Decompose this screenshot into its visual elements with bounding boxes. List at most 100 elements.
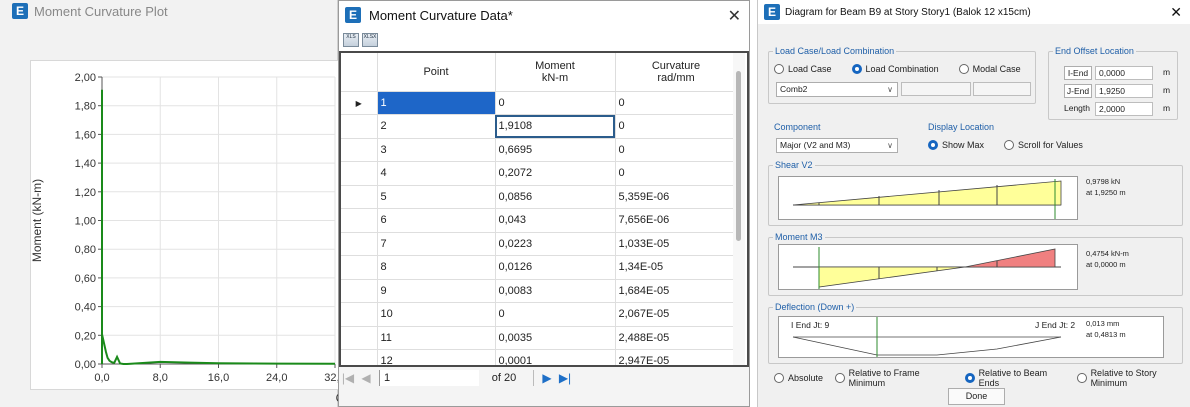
- moment-cell[interactable]: 0,2072: [494, 161, 616, 186]
- close-icon[interactable]: ✕: [1170, 4, 1182, 21]
- point-cell[interactable]: 9: [376, 278, 496, 303]
- table-row[interactable]: 6 0,043 7,656E-06: [341, 208, 738, 233]
- next-page-button[interactable]: ▶: [538, 371, 556, 385]
- point-cell[interactable]: 7: [376, 231, 496, 256]
- curvature-cell[interactable]: 1,34E-05: [614, 255, 738, 280]
- column-header-point[interactable]: Point: [377, 53, 496, 92]
- radio-relative-story-minimum[interactable]: Relative to Story Minimum: [1076, 368, 1190, 388]
- radio-scroll-for-values[interactable]: Scroll for Values: [1004, 140, 1083, 150]
- row-selector[interactable]: [341, 137, 378, 162]
- moment-cell[interactable]: 1,9108: [494, 114, 616, 139]
- j-end-unit: m: [1163, 85, 1171, 95]
- moment-cell[interactable]: 0,0223: [494, 231, 616, 256]
- column-header-moment[interactable]: Moment kN-m: [495, 53, 616, 92]
- point-cell[interactable]: 10: [376, 302, 496, 327]
- table-row[interactable]: 8 0,0126 1,34E-05: [341, 255, 738, 280]
- table-row[interactable]: 11 0,0035 2,488E-05: [341, 325, 738, 350]
- point-cell[interactable]: 3: [376, 137, 496, 162]
- moment-cell[interactable]: 0: [494, 302, 616, 327]
- radio-load-combination[interactable]: Load Combination: [851, 64, 939, 74]
- point-cell[interactable]: 1: [376, 90, 496, 115]
- row-selector[interactable]: [341, 231, 378, 256]
- done-button[interactable]: Done: [948, 388, 1005, 405]
- previous-page-button[interactable]: ◀: [357, 371, 375, 385]
- row-selector[interactable]: [341, 114, 378, 139]
- row-selector[interactable]: [341, 325, 378, 350]
- moment-m3-legend: Moment M3: [775, 232, 823, 242]
- table-row[interactable]: 5 0,0856 5,359E-06: [341, 184, 738, 209]
- radio-relative-beam-ends[interactable]: Relative to Beam Ends: [964, 368, 1065, 388]
- table-row[interactable]: 3 0,6695 0: [341, 137, 738, 162]
- close-icon[interactable]: ✕: [728, 6, 741, 26]
- page-number-input[interactable]: 1: [379, 370, 479, 386]
- j-end-button[interactable]: J-End: [1064, 84, 1092, 98]
- i-end-button[interactable]: I-End: [1064, 66, 1092, 80]
- curvature-cell[interactable]: 2,488E-05: [614, 325, 738, 350]
- table-row[interactable]: 12 0,0001 2,947E-05: [341, 349, 738, 365]
- moment-curvature-chart: 0,00 0,20 0,40 0,60 0,80 1,00 1,20 1,40 1,60 1,80…: [30, 72, 440, 405]
- table-row[interactable]: 10 0 2,067E-05: [341, 302, 738, 327]
- table-row[interactable]: ▶ 1 0 0: [341, 90, 738, 115]
- length-value[interactable]: 2,0000: [1095, 102, 1153, 116]
- point-cell[interactable]: 8: [376, 255, 496, 280]
- moment-cell[interactable]: 0,0083: [494, 278, 616, 303]
- curvature-cell[interactable]: 1,033E-05: [614, 231, 738, 256]
- table-row[interactable]: 7 0,0223 1,033E-05: [341, 231, 738, 256]
- i-end-value[interactable]: 0,0000: [1095, 66, 1153, 80]
- load-case-textbox-2: [973, 82, 1031, 96]
- vertical-scrollbar[interactable]: [733, 53, 745, 365]
- curvature-cell[interactable]: 2,067E-05: [614, 302, 738, 327]
- moment-cell[interactable]: 0,0001: [494, 349, 616, 365]
- radio-absolute[interactable]: Absolute: [774, 368, 823, 388]
- moment-cell[interactable]: 0,0856: [494, 184, 616, 209]
- row-selector[interactable]: ▶: [341, 90, 378, 115]
- j-end-value[interactable]: 1,9250: [1095, 84, 1153, 98]
- row-selector[interactable]: [341, 302, 378, 327]
- moment-cell[interactable]: 0: [494, 90, 616, 115]
- component-select[interactable]: Major (V2 and M3) ∨: [776, 138, 898, 153]
- moment-cell[interactable]: 0,0126: [494, 255, 616, 280]
- point-cell[interactable]: 6: [376, 208, 496, 233]
- radio-modal-case-label: Modal Case: [972, 64, 1021, 74]
- moment-cell[interactable]: 0,6695: [494, 137, 616, 162]
- point-cell[interactable]: 4: [376, 161, 496, 186]
- load-combination-value: Comb2: [780, 84, 808, 94]
- curvature-cell[interactable]: 5,359E-06: [614, 184, 738, 209]
- last-page-button[interactable]: ▶|: [556, 371, 574, 385]
- curvature-cell[interactable]: 7,656E-06: [614, 208, 738, 233]
- export-xls-icon[interactable]: XLS: [343, 33, 359, 47]
- point-cell[interactable]: 11: [376, 325, 496, 350]
- table-row[interactable]: 4 0,2072 0: [341, 161, 738, 186]
- radio-show-max[interactable]: Show Max: [928, 140, 984, 150]
- curvature-cell[interactable]: 0: [614, 137, 738, 162]
- moment-cell[interactable]: 0,0035: [494, 325, 616, 350]
- first-page-button[interactable]: |◀: [339, 371, 357, 385]
- moment-curvature-data-window: E Moment Curvature Data* ✕ XLS XLSX Poin…: [338, 0, 750, 407]
- row-selector[interactable]: [341, 184, 378, 209]
- table-row[interactable]: 9 0,0083 1,684E-05: [341, 278, 738, 303]
- row-selector[interactable]: [341, 278, 378, 303]
- point-cell[interactable]: 12: [376, 349, 496, 365]
- curvature-cell[interactable]: 0: [614, 90, 738, 115]
- row-selector[interactable]: [341, 161, 378, 186]
- point-cell[interactable]: 2: [376, 114, 496, 139]
- row-selector[interactable]: [341, 349, 378, 365]
- curvature-cell[interactable]: 1,684E-05: [614, 278, 738, 303]
- export-xlsx-icon[interactable]: XLSX: [362, 33, 378, 47]
- load-combination-select[interactable]: Comb2 ∨: [776, 82, 898, 97]
- row-selector-header: [341, 53, 378, 92]
- radio-load-case[interactable]: Load Case: [774, 64, 832, 74]
- row-selector[interactable]: [341, 255, 378, 280]
- curvature-cell[interactable]: 0: [614, 161, 738, 186]
- moment-cell[interactable]: 0,043: [494, 208, 616, 233]
- column-header-curvature[interactable]: Curvature rad/mm: [615, 53, 738, 92]
- y-tick-label: 1,40: [75, 158, 96, 170]
- scrollbar-thumb[interactable]: [736, 71, 741, 241]
- curvature-cell[interactable]: 0: [614, 114, 738, 139]
- row-selector[interactable]: [341, 208, 378, 233]
- table-row[interactable]: 2 1,9108 0: [341, 114, 738, 139]
- radio-relative-frame-minimum[interactable]: Relative to Frame Minimum: [835, 368, 953, 388]
- point-cell[interactable]: 5: [376, 184, 496, 209]
- radio-modal-case[interactable]: Modal Case: [958, 64, 1021, 74]
- curvature-cell[interactable]: 2,947E-05: [614, 349, 738, 365]
